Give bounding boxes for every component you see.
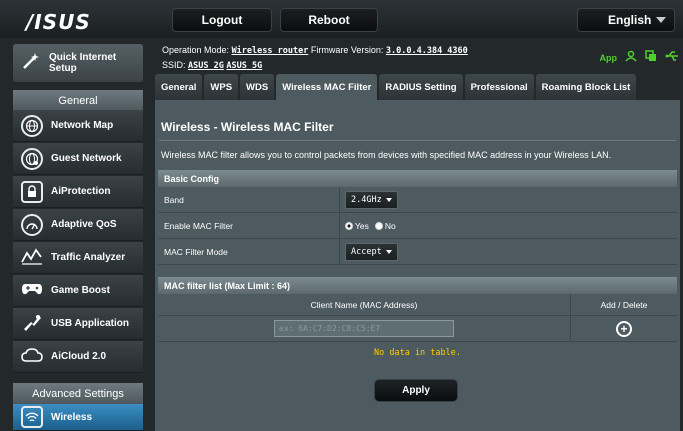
radio-off-icon [374,221,383,230]
sidebar-item-network-map[interactable]: Network Map [13,110,143,142]
language-label: English [608,13,652,27]
enable-yes-label: Yes [355,220,369,231]
gamepad-icon [21,281,43,300]
lock-icon [21,180,43,203]
sidebar-item-label: Guest Network [51,153,122,164]
mac-filter-list-table: MAC filter list (Max Limit : 64) Client … [158,277,677,363]
chevron-down-icon [385,197,392,202]
add-delete-column-header: Add / Delete [600,299,648,310]
enable-no-label: No [384,220,396,231]
add-icon[interactable]: + [616,320,632,337]
sidebar-item-label: Traffic Analyzer [51,252,126,263]
sidebar-item-aicloud[interactable]: AiCloud 2.0 [13,341,143,373]
radio-on-icon [345,221,353,230]
sidebar-item-traffic-analyzer[interactable]: Traffic Analyzer [13,242,143,274]
sidebar-item-label: Wireless [51,411,93,423]
chevron-down-icon [656,17,666,23]
cloud-icon [21,347,43,366]
basic-config-header: Basic Config [158,170,677,187]
divider [159,140,676,141]
sidebar-item-label: AiCloud 2.0 [51,351,107,362]
tab-wireless-mac-filter[interactable]: Wireless MAC Filter [276,74,378,100]
advanced-settings-header: Advanced Settings [13,383,143,405]
wand-icon [21,51,41,76]
status-bar: Operation Mode: Wireless router Firmware… [162,40,683,74]
mac-table-columns: Client Name (MAC Address) Add / Delete [158,294,677,316]
mac-filter-mode-value: Accept [351,246,382,257]
sidebar-item-label: Adaptive QoS [51,219,117,230]
page-description: Wireless MAC filter allows you to contro… [161,150,612,160]
quick-internet-setup-button[interactable]: Quick Internet Setup [13,44,143,82]
sidebar-item-label: AiProtection [51,186,111,197]
op-mode-label: Operation Mode: [162,45,230,55]
enable-mac-filter-row: Enable MAC Filter Yes No [158,213,677,239]
reboot-button[interactable]: Reboot [280,8,378,32]
sidebar: Quick Internet Setup General Network Map… [0,40,152,431]
no-data-message: No data in table. [158,342,677,363]
asus-logo: /ISUS [26,10,91,34]
tab-bar: General WPS WDS Wireless MAC Filter RADI… [155,74,637,100]
tab-roaming-block-list[interactable]: Roaming Block List [535,74,637,100]
sidebar-item-label: Game Boost [51,285,110,296]
tab-professional[interactable]: Professional [464,74,534,100]
band-row: Band 2.4GHz [158,187,677,213]
tab-wds[interactable]: WDS [240,74,275,100]
quick-internet-setup-label: Quick Internet Setup [49,52,117,74]
tab-wps[interactable]: WPS [204,74,239,100]
general-header: General [13,90,143,112]
basic-config-table: Basic Config Band 2.4GHz Enable MAC Filt… [158,170,677,265]
band-select[interactable]: 2.4GHz [345,190,398,209]
sidebar-item-guest-network[interactable]: Guest Network [13,143,143,175]
chevron-down-icon [385,249,392,254]
enable-yes-radio[interactable]: Yes [345,221,369,231]
wifi-icon [21,406,43,428]
copy-icon[interactable] [645,50,657,66]
ssid-5g-link[interactable]: ASUS_5G [226,61,262,71]
sidebar-item-wireless[interactable]: Wireless [13,404,143,431]
status-icons: App [600,50,680,66]
firmware-label: Firmware Version: [310,45,384,55]
mac-filter-mode-select[interactable]: Accept [345,242,398,261]
usb-icon[interactable] [665,50,679,66]
sidebar-item-adaptive-qos[interactable]: Adaptive QoS [13,209,143,241]
gauge-icon [21,213,43,236]
op-mode-link[interactable]: Wireless router [232,46,309,56]
mac-address-input[interactable]: ex: 6A:C7:D2:C8:C5:E7 [274,320,454,337]
mac-input-row: ex: 6A:C7:D2:C8:C5:E7 + [158,316,677,342]
globe-icon [21,114,43,137]
page-title: Wireless - Wireless MAC Filter [161,120,334,134]
app-link[interactable]: App [600,51,618,65]
tab-radius-setting[interactable]: RADIUS Setting [379,74,463,100]
ssid-2g-link[interactable]: ASUS_2G [188,61,224,71]
band-value: 2.4GHz [351,194,382,205]
firmware-link[interactable]: 3.0.0.4.384_4360 [386,46,468,56]
chart-icon [21,247,43,268]
puzzle-icon [21,312,43,335]
sidebar-item-label: USB Application [51,318,129,329]
language-select[interactable]: English [577,8,675,32]
sidebar-item-usb-application[interactable]: USB Application [13,308,143,340]
mac-filter-list-header: MAC filter list (Max Limit : 64) [158,277,677,294]
user-icon[interactable] [625,50,637,66]
band-label: Band [158,187,340,212]
enable-mac-filter-label: Enable MAC Filter [158,213,340,238]
tab-general[interactable]: General [155,74,203,100]
enable-no-radio[interactable]: No [374,220,396,231]
mac-filter-mode-label: MAC Filter Mode [158,239,340,264]
sidebar-item-label: Network Map [51,120,114,131]
mac-filter-mode-row: MAC Filter Mode Accept [158,239,677,265]
sidebar-item-game-boost[interactable]: Game Boost [13,275,143,307]
sidebar-item-aiprotection[interactable]: AiProtection [13,176,143,208]
client-name-column-header: Client Name (MAC Address) [158,294,571,315]
logout-button[interactable]: Logout [172,8,272,32]
guest-globe-icon [21,147,43,170]
apply-button[interactable]: Apply [374,379,458,402]
ssid-label: SSID: [162,60,186,70]
top-bar: /ISUS Logout Reboot English [0,0,683,38]
